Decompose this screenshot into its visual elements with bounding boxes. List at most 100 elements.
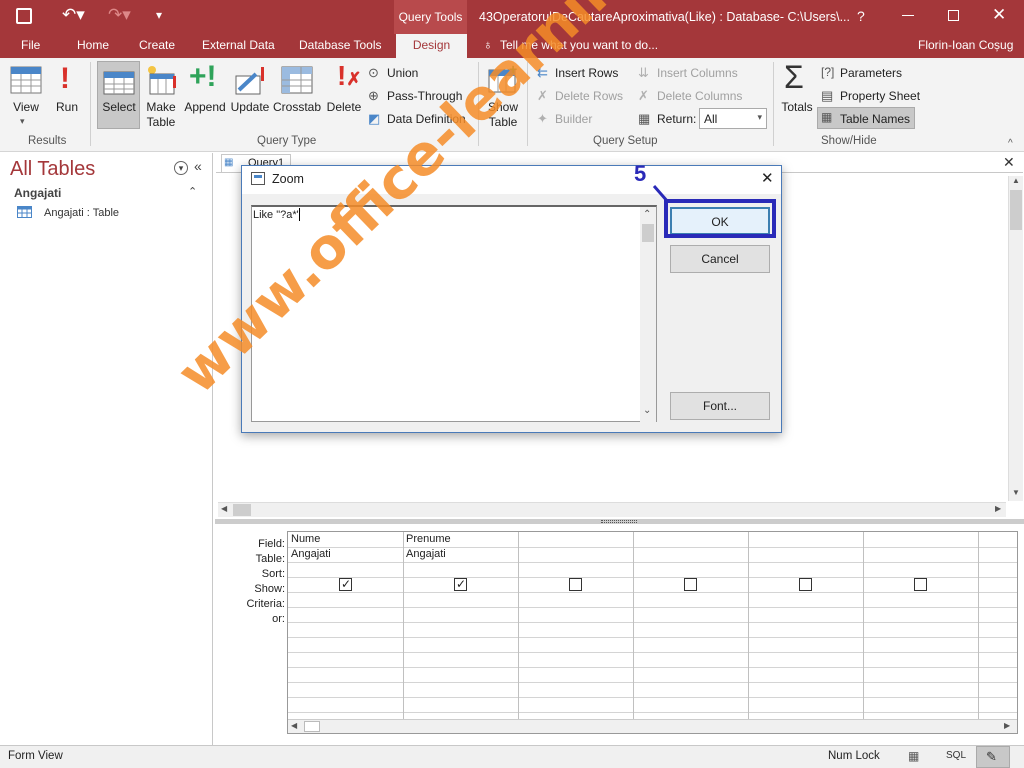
scroll-right-icon[interactable]: ▶ [995,504,1001,513]
status-num-lock: Num Lock [828,750,880,762]
nav-pane-header[interactable]: All Tables [10,158,95,181]
crosstab-button[interactable]: Crosstab [273,100,321,114]
select-button[interactable]: Select [98,100,140,114]
zoom-scroll-thumb[interactable] [642,224,654,242]
tab-database-tools[interactable]: Database Tools [299,38,382,52]
zoom-scrollbar[interactable]: ⌃ ⌄ [640,207,656,422]
grid-table-cell[interactable]: Angajati [291,548,331,560]
show-table-button[interactable]: Show Table [484,100,522,130]
grid-show-checkbox[interactable] [684,578,697,591]
table-names-button[interactable]: Table Names [840,112,910,126]
pass-through-button[interactable]: Pass-Through [387,89,462,103]
table-icon [17,206,32,218]
context-tab-label: Query Tools [394,0,467,34]
scroll-thumb[interactable] [1010,190,1022,230]
design-view-status-button[interactable]: ✎ [976,746,1010,768]
tab-home[interactable]: Home [77,38,109,52]
scroll-up-icon[interactable]: ⌃ [643,209,651,220]
update-button[interactable]: Update [229,100,271,114]
maximize-icon[interactable] [948,10,959,21]
sql-view-button[interactable]: SQL [946,750,966,761]
splitter-grip[interactable] [601,520,637,523]
dialog-title: Zoom [272,172,304,186]
horizontal-scrollbar[interactable]: ◀ ▶ [218,502,1006,517]
totals-button[interactable]: Totals [778,100,816,114]
row-label-show: Show: [254,583,285,595]
grid-show-checkbox[interactable] [569,578,582,591]
union-button[interactable]: Union [387,66,418,80]
grid-field-cell[interactable]: Prenume [406,533,451,545]
property-sheet-button[interactable]: Property Sheet [840,89,920,103]
datasheet-view-status-icon[interactable]: ▦ [908,749,919,763]
insert-rows-button[interactable]: Insert Rows [555,66,618,80]
grid-show-checkbox[interactable] [799,578,812,591]
make-table-button[interactable]: Make Table [142,100,180,130]
grid-field-cell[interactable]: Nume [291,533,320,545]
collapse-group-icon[interactable]: ⌃ [188,185,197,198]
minimize-icon[interactable] [902,15,914,16]
grid-horizontal-scrollbar[interactable]: ◀ ▶ [288,719,1017,733]
undo-icon[interactable]: ↶▾ [62,5,85,25]
property-sheet-icon: ▤ [821,88,834,103]
data-definition-icon: ◩ [368,111,381,126]
tab-file[interactable]: File [21,38,40,52]
save-icon[interactable] [16,8,32,24]
ribbon-tabs: File Home Create External Data Database … [0,34,1024,58]
row-label-criteria: Criteria: [246,598,285,610]
pane-splitter[interactable] [215,519,1024,524]
tab-external-data[interactable]: External Data [202,38,275,52]
vertical-scrollbar[interactable]: ▲ ▼ [1008,176,1023,501]
view-button[interactable]: View [10,100,42,114]
data-definition-button[interactable]: Data Definition [387,112,466,126]
shutter-bar-close-icon[interactable]: « [194,158,202,174]
grid-scroll-thumb[interactable] [304,721,320,732]
grid-show-checkbox[interactable]: ✓ [339,577,352,591]
nav-group-header[interactable]: Angajati [14,186,61,200]
close-query-icon[interactable]: ✕ [1003,154,1015,171]
grid-show-checkbox[interactable] [914,578,927,591]
append-button[interactable]: Append [183,100,227,114]
crosstab-icon [281,66,313,94]
tab-design[interactable]: Design [396,34,467,58]
return-select[interactable]: All ▾ [699,108,767,129]
query-design-grid[interactable]: ◀ ▶ Nume Angajati ✓ Prenume Angajati ✓ [287,531,1018,734]
parameters-button[interactable]: Parameters [840,66,902,80]
run-button[interactable]: Run [52,100,82,114]
user-name[interactable]: Florin-Ioan Coșug [918,38,1013,52]
window-title: 43OperatorulDeCautareAproximativa(Like) … [479,10,850,24]
dialog-close-icon[interactable]: ✕ [761,169,774,187]
ribbon: View ▾ ! Run Results Select Make Table +… [0,58,1024,152]
cancel-button[interactable]: Cancel [670,245,770,273]
annotation-step-number: 5 [634,161,647,186]
scroll-up-icon[interactable]: ▲ [1012,176,1020,185]
dialog-title-bar: Zoom ✕ [242,166,781,194]
query-icon: ▦ [224,157,234,168]
customize-qat-icon[interactable]: ▾ [156,8,162,22]
close-window-icon[interactable]: ✕ [992,5,1006,25]
scroll-left-icon[interactable]: ◀ [221,504,227,513]
grid-table-cell[interactable]: Angajati [406,548,446,560]
view-dropdown-icon[interactable]: ▾ [20,116,25,127]
tab-create[interactable]: Create [139,38,175,52]
font-button[interactable]: Font... [670,392,770,420]
collapse-ribbon-icon[interactable]: ^ [1008,138,1013,149]
tell-me-input[interactable]: Tell me what you want to do... [500,38,658,52]
nav-item-angajati-table[interactable]: Angajati : Table [44,207,119,219]
return-label: Return: [657,112,697,126]
help-icon[interactable]: ? [857,8,865,24]
ribbon-separator [527,62,528,146]
select-query-icon [103,71,135,95]
scroll-down-icon[interactable]: ⌄ [643,405,651,416]
scroll-right-icon[interactable]: ▶ [1004,721,1010,730]
show-table-icon: + [488,64,517,93]
grid-row-labels: Field: Table: Sort: Show: Criteria: or: [217,533,285,628]
return-icon: ▦ [638,111,651,126]
h-scroll-thumb[interactable] [233,504,251,516]
nav-menu-dropdown-icon[interactable]: ▾ [174,161,188,175]
zoom-text: Like "?a*" [253,209,301,221]
grid-show-checkbox[interactable]: ✓ [454,577,467,591]
scroll-down-icon[interactable]: ▼ [1012,488,1020,497]
delete-query-button[interactable]: Delete [325,100,363,114]
zoom-text-area[interactable]: Like "?a*" ⌃ ⌄ [251,205,657,422]
scroll-left-icon[interactable]: ◀ [291,721,297,730]
